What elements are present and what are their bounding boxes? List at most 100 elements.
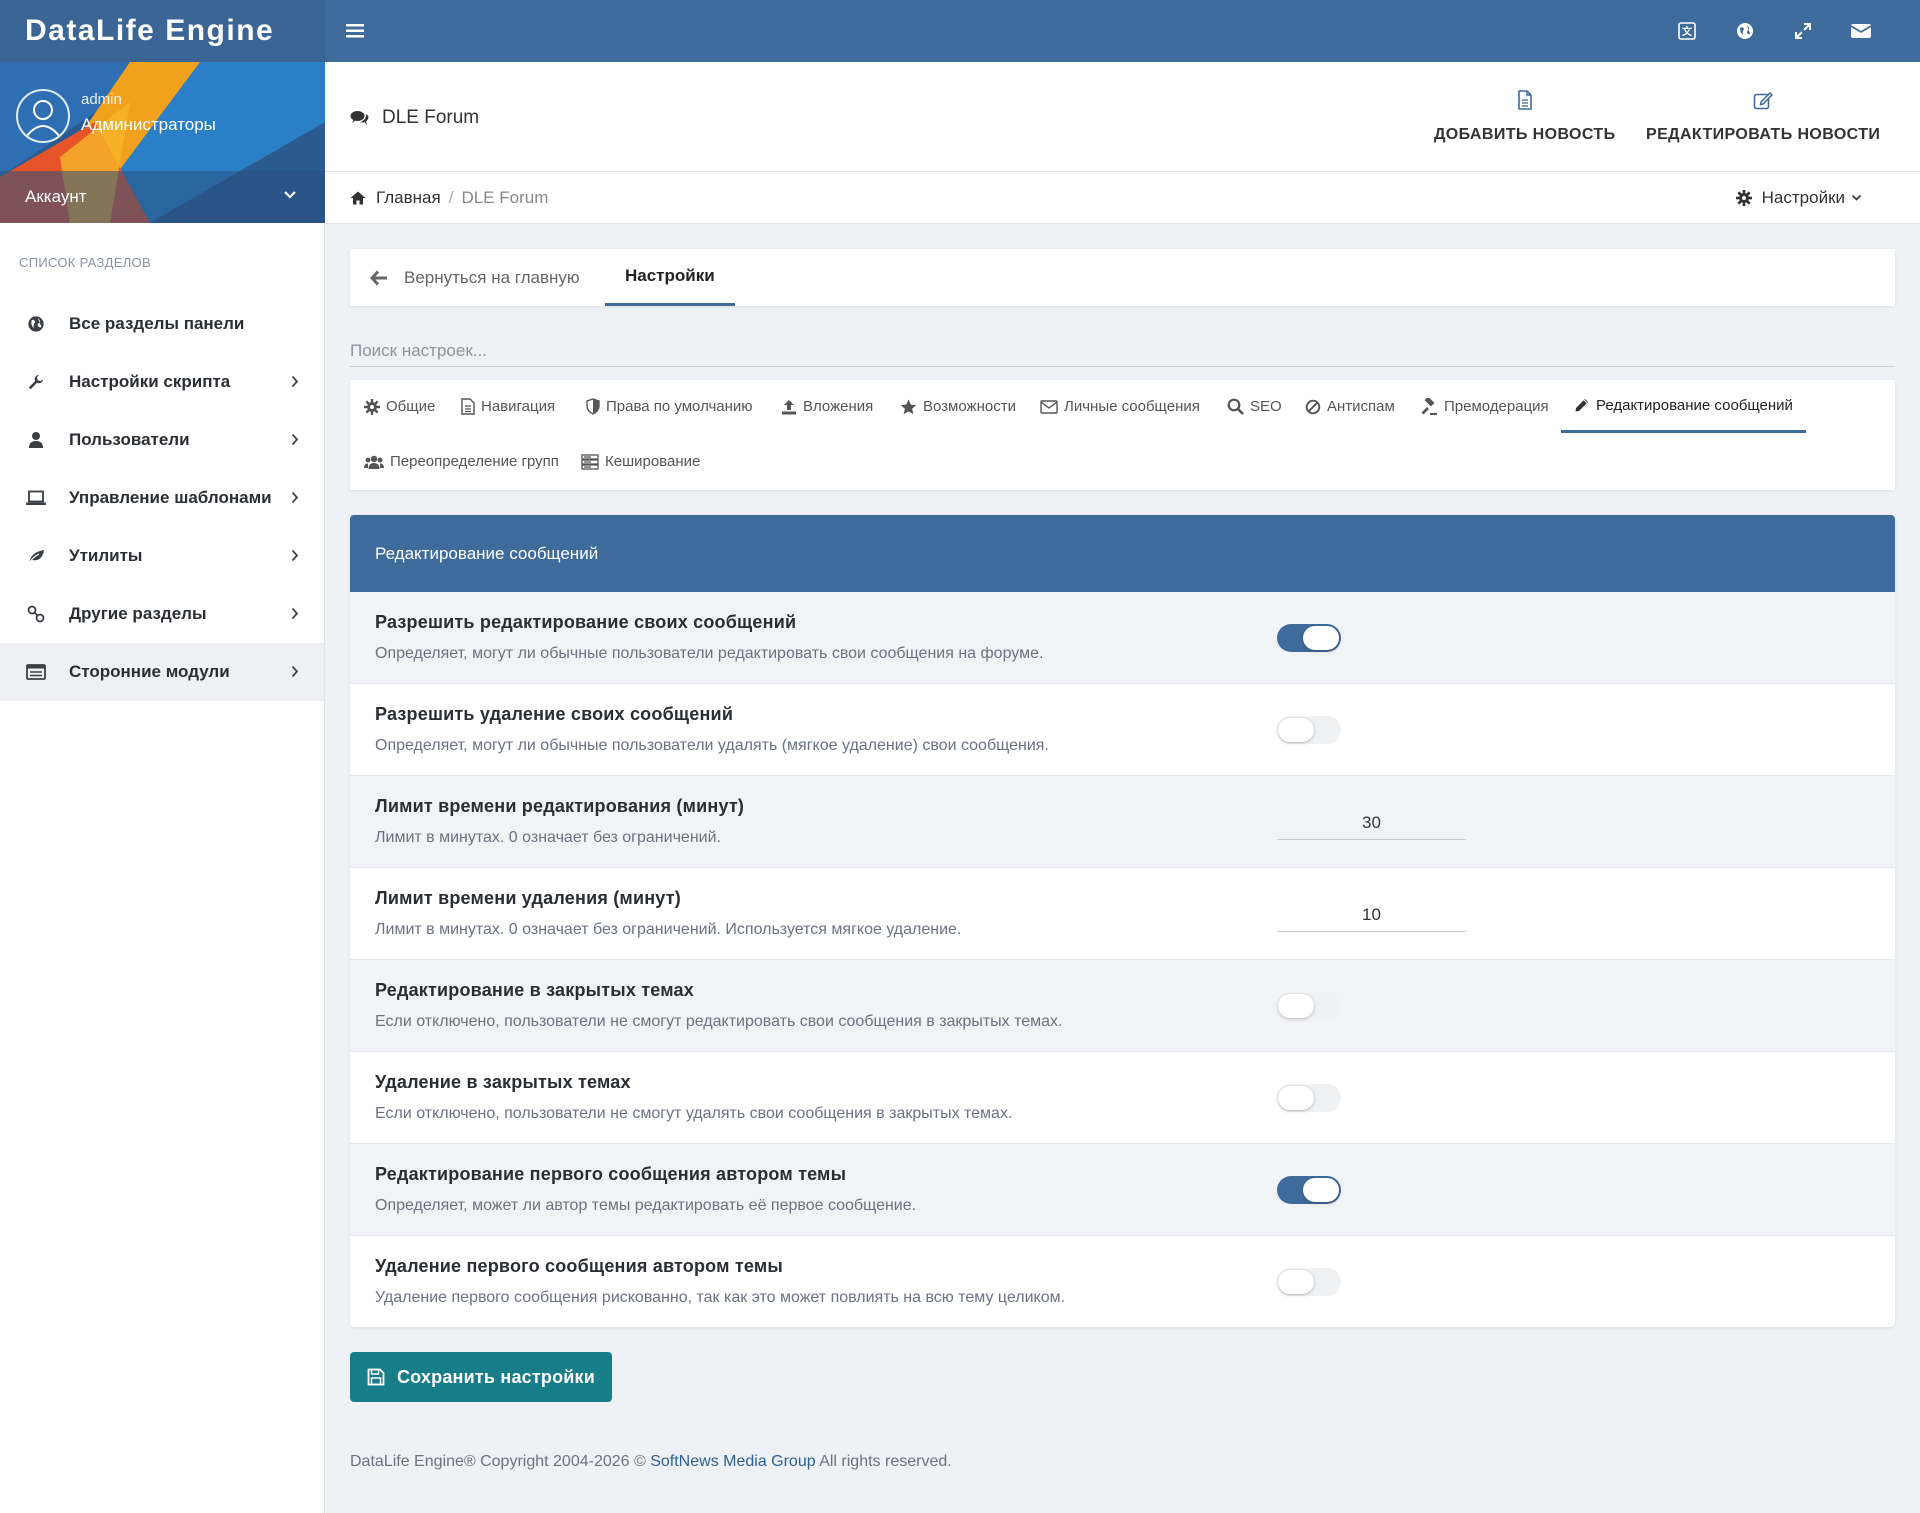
subnav-group-override[interactable]: Переопределение групп [364,435,559,488]
subnav-seo[interactable]: SEO [1227,380,1282,433]
tab-back-to-main[interactable]: Вернуться на главную [370,249,580,306]
user-role: Администраторы [81,115,216,134]
setting-row: Удаление первого сообщения автором темы … [350,1236,1895,1327]
chevron-right-icon [291,491,299,504]
user-name: admin [81,91,122,108]
save-settings-button[interactable]: Сохранить настройки [350,1352,612,1402]
tabs-card: Вернуться на главную Настройки [350,249,1895,306]
user-panel: admin Администраторы Аккаунт [0,62,325,223]
subnav-caching[interactable]: Кеширование [581,435,700,488]
save-settings-label: Сохранить настройки [396,1366,596,1387]
home-icon [350,191,376,205]
sidebar-item-label: Настройки скрипта [69,372,231,391]
search-wrapper [350,337,1895,367]
subnav-features[interactable]: Возможности [900,380,1016,433]
setting-row: Лимит времени удаления (минут) Лимит в м… [350,868,1895,960]
subnav-navigation[interactable]: Навигация [461,380,555,433]
setting-row: Удаление в закрытых темах Если отключено… [350,1052,1895,1144]
footer-link[interactable]: SoftNews Media Group [650,1453,815,1470]
star-icon [900,399,917,415]
fullscreen-icon[interactable] [1774,0,1832,62]
users-icon [364,454,384,470]
gavel-icon [1420,397,1438,416]
setting-title: Удаление первого сообщения автором темы [375,1256,783,1276]
setting-row: Разрешить редактирование своих сообщений… [350,592,1895,684]
subnav-general[interactable]: Общие [364,380,435,433]
subnav-label: Вложения [803,398,874,415]
language-icon[interactable]: 文 [1658,0,1716,62]
sidebar-item-all-sections[interactable]: Все разделы панели [0,295,324,353]
toggle-knob [1303,626,1339,650]
sidebar-item-label: Утилиты [69,546,143,565]
edit-first-post-toggle[interactable] [1277,1176,1341,1204]
chevron-right-icon [291,433,299,446]
search-icon [1227,398,1244,415]
edit-closed-topics-toggle[interactable] [1277,992,1341,1020]
setting-title: Редактирование в закрытых темах [375,980,694,1000]
sidebar-item-templates[interactable]: Управление шаблонами [0,469,324,527]
settings-search-input[interactable] [350,337,1895,365]
subnav-label: Премодерация [1444,398,1549,415]
sidebar-item-other[interactable]: Другие разделы [0,585,324,643]
delete-first-post-toggle[interactable] [1277,1268,1341,1296]
sidebar-item-users[interactable]: Пользователи [0,411,324,469]
edit-news-button[interactable]: РЕДАКТИРОВАТЬ НОВОСТИ [1646,90,1880,144]
sidebar-item-label: Другие разделы [69,604,207,623]
top-actions: 文 [1658,0,1890,62]
subnav-message-editing[interactable]: Редактирование сообщений [1561,380,1806,433]
tab-settings[interactable]: Настройки [605,249,735,306]
subnav-label: Антиспам [1327,398,1395,415]
sidebar: admin Администраторы Аккаунт СПИСОК РАЗД… [0,62,325,1513]
sidebar-item-label: Сторонние модули [69,662,230,681]
link-icon [25,603,47,625]
breadcrumb-home[interactable]: Главная [350,188,441,208]
envelope-icon [1040,399,1058,414]
setting-description: Если отключено, пользователи не смогут р… [375,1013,1063,1030]
add-news-label: ДОБАВИТЬ НОВОСТЬ [1434,126,1616,143]
server-icon [581,453,599,470]
page-header: DLE Forum ДОБАВИТЬ НОВОСТЬ РЕДАКТИРОВАТЬ… [325,62,1920,172]
tab-back-label: Вернуться на главную [404,267,580,287]
subnav-default-rights[interactable]: Права по умолчанию [586,380,753,433]
account-dropdown[interactable]: Аккаунт [0,171,325,223]
globe-icon[interactable] [1716,0,1774,62]
subnav-premoderation[interactable]: Премодерация [1420,380,1549,433]
page-title: DLE Forum [350,107,479,129]
setting-row: Редактирование в закрытых темах Если отк… [350,960,1895,1052]
settings-dropdown[interactable]: Настройки [1735,172,1872,224]
settings-dropdown-label: Настройки [1761,188,1845,207]
sidebar-item-third-party-modules[interactable]: Сторонние модули [0,643,324,701]
setting-description: Если отключено, пользователи не смогут у… [375,1105,1013,1122]
top-bar: DataLife Engine 文 [0,0,1920,62]
subnav-antispam[interactable]: Антиспам [1305,380,1395,433]
sidebar-item-script-settings[interactable]: Настройки скрипта [0,353,324,411]
sidebar-item-utilities[interactable]: Утилиты [0,527,324,585]
setting-description: Удаление первого сообщения рискованно, т… [375,1289,1066,1306]
delete-time-limit-input[interactable] [1277,898,1466,932]
allow-edit-own-toggle[interactable] [1277,624,1341,652]
setting-description: Определяет, могут ли обычные пользовател… [375,737,1049,754]
document-icon [461,398,475,415]
delete-closed-topics-toggle[interactable] [1277,1084,1341,1112]
subnav-private-messages[interactable]: Личные сообщения [1040,380,1200,433]
subnav-attachments[interactable]: Вложения [781,380,873,433]
setting-title: Удаление в закрытых темах [375,1072,631,1092]
subnav-label: Редактирование сообщений [1596,396,1793,414]
menu-toggle-icon[interactable] [343,21,367,41]
setting-title: Лимит времени редактирования (минут) [375,796,745,816]
setting-title: Лимит времени удаления (минут) [375,888,681,908]
mail-icon[interactable] [1832,0,1890,62]
edit-time-limit-input[interactable] [1277,806,1466,840]
sidebar-item-label: Пользователи [69,430,190,449]
allow-delete-own-toggle[interactable] [1277,716,1341,744]
settings-panel: Редактирование сообщений Разрешить редак… [350,515,1895,1327]
setting-description: Определяет, могут ли обычные пользовател… [375,645,1044,662]
subnav-label: Возможности [923,398,1016,415]
account-label: Аккаунт [25,187,87,206]
add-news-button[interactable]: ДОБАВИТЬ НОВОСТЬ [1434,90,1616,144]
footer-rights: All rights reserved. [819,1453,952,1470]
page-title-text: DLE Forum [382,107,480,128]
avatar[interactable] [16,89,70,143]
edit-icon [1646,90,1880,112]
brand-logo[interactable]: DataLife Engine [0,0,325,62]
